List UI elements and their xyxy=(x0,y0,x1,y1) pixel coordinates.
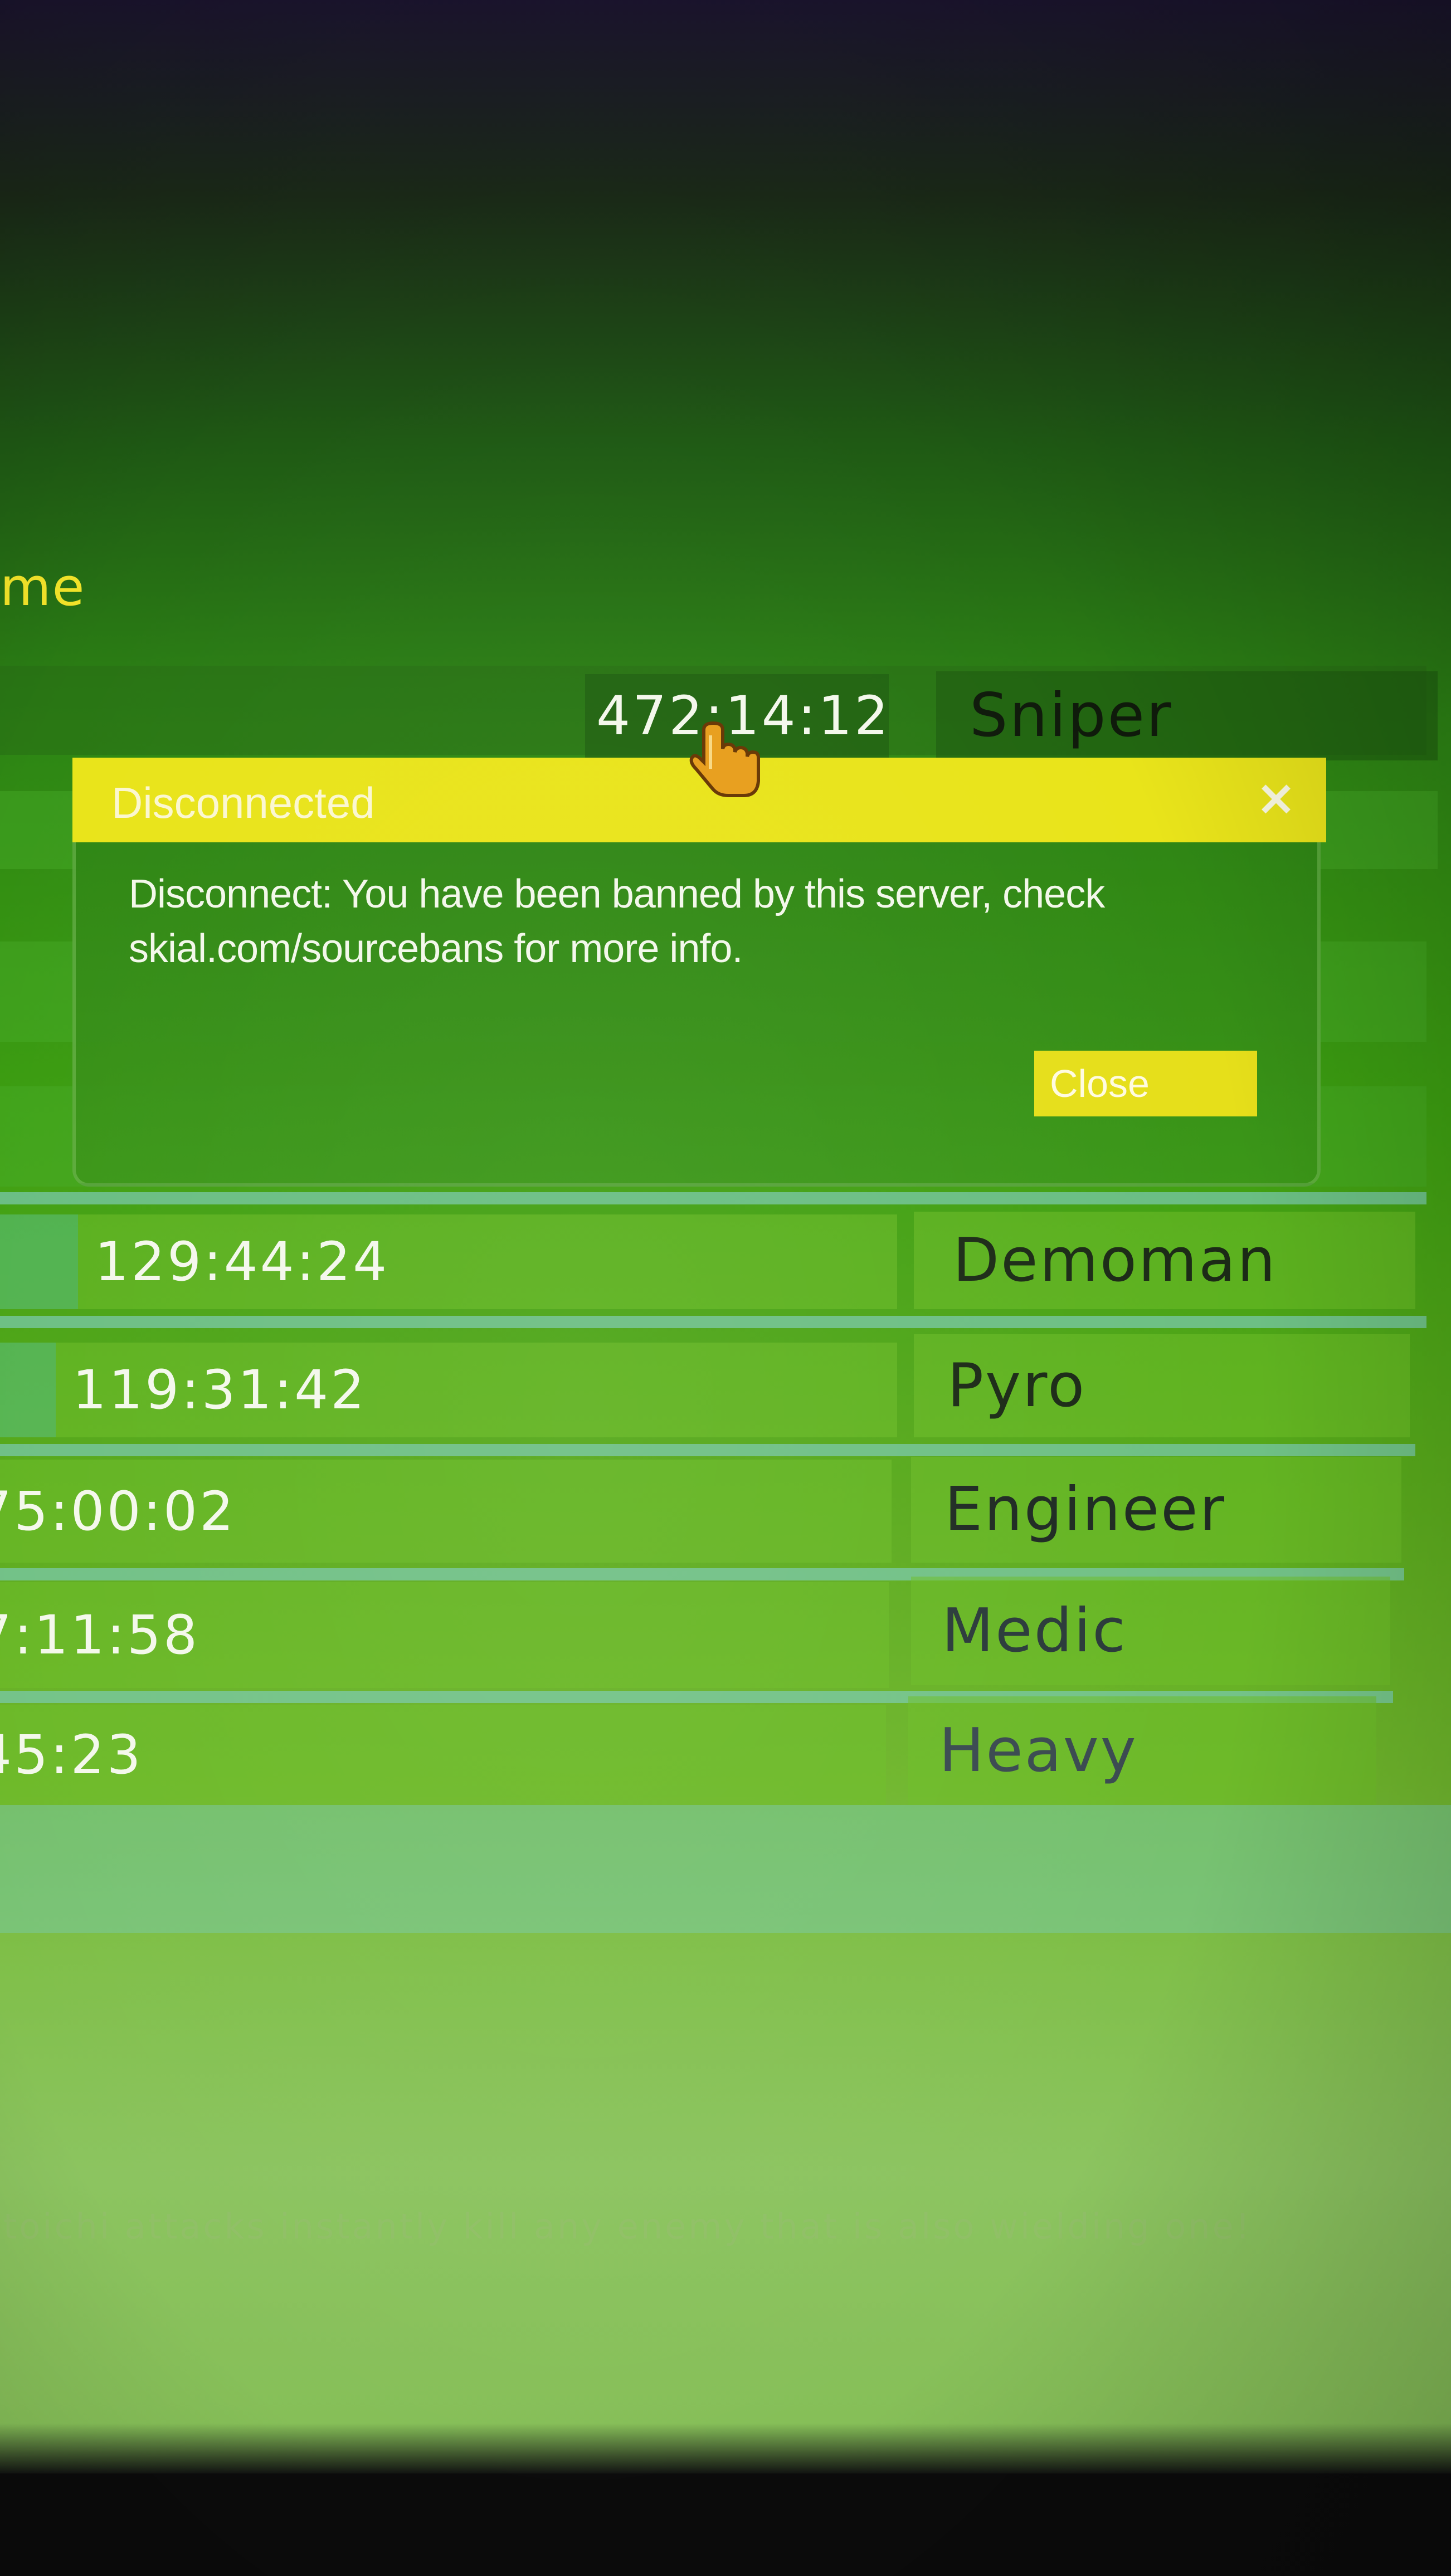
dialog-message: Disconnect: You have been banned by this… xyxy=(129,872,1105,971)
playtime-cell: 7:11:58 xyxy=(0,1582,889,1688)
class-name: Sniper xyxy=(970,681,1173,750)
class-name: Heavy xyxy=(939,1715,1138,1785)
class-cell: Medic xyxy=(911,1577,1390,1685)
class-name: Engineer xyxy=(944,1475,1226,1544)
class-cell: Heavy xyxy=(908,1696,1376,1805)
row-divider xyxy=(0,1192,1426,1204)
close-icon[interactable]: × xyxy=(1248,770,1304,826)
scoreboard-footer xyxy=(0,1805,1451,1933)
disconnect-dialog: Disconnected × Disconnect: You have been… xyxy=(72,758,1326,1187)
playtime-cell: 45:23 xyxy=(0,1705,886,1805)
playtime-value: 129:44:24 xyxy=(95,1231,389,1293)
row-divider xyxy=(0,1444,1415,1456)
class-cell: Demoman xyxy=(914,1212,1415,1309)
loading-tip: toichi attacks instantly kill any enemy … xyxy=(3,2206,1252,2247)
class-cell: Engineer xyxy=(911,1457,1401,1563)
dialog-title: Disconnected xyxy=(111,778,375,827)
row-marker xyxy=(0,1343,56,1437)
playtime-value: 75:00:02 xyxy=(0,1480,236,1543)
playtime-cell: 75:00:02 xyxy=(0,1460,892,1563)
hand-cursor-icon xyxy=(689,721,760,797)
playtime-cell: 129:44:24 xyxy=(78,1214,897,1309)
class-name: Medic xyxy=(942,1596,1127,1666)
game-screen: me 472:14:12 Sniper 129:44:24 Demoman 11… xyxy=(0,0,1451,2576)
playtime-value: 119:31:42 xyxy=(72,1359,367,1421)
row-divider xyxy=(0,1316,1426,1328)
playtime-value: 45:23 xyxy=(0,1724,143,1786)
row-marker xyxy=(0,1214,78,1309)
class-cell: Sniper xyxy=(936,671,1438,760)
playtime-cell: 119:31:42 xyxy=(56,1343,897,1437)
class-name: Demoman xyxy=(953,1225,1277,1295)
column-header-fragment: me xyxy=(0,557,86,618)
class-name: Pyro xyxy=(947,1350,1087,1421)
close-button[interactable]: Close xyxy=(1034,1051,1257,1116)
playtime-value: 7:11:58 xyxy=(0,1604,200,1666)
monitor-bezel xyxy=(0,2473,1451,2576)
class-cell: Pyro xyxy=(914,1334,1410,1437)
